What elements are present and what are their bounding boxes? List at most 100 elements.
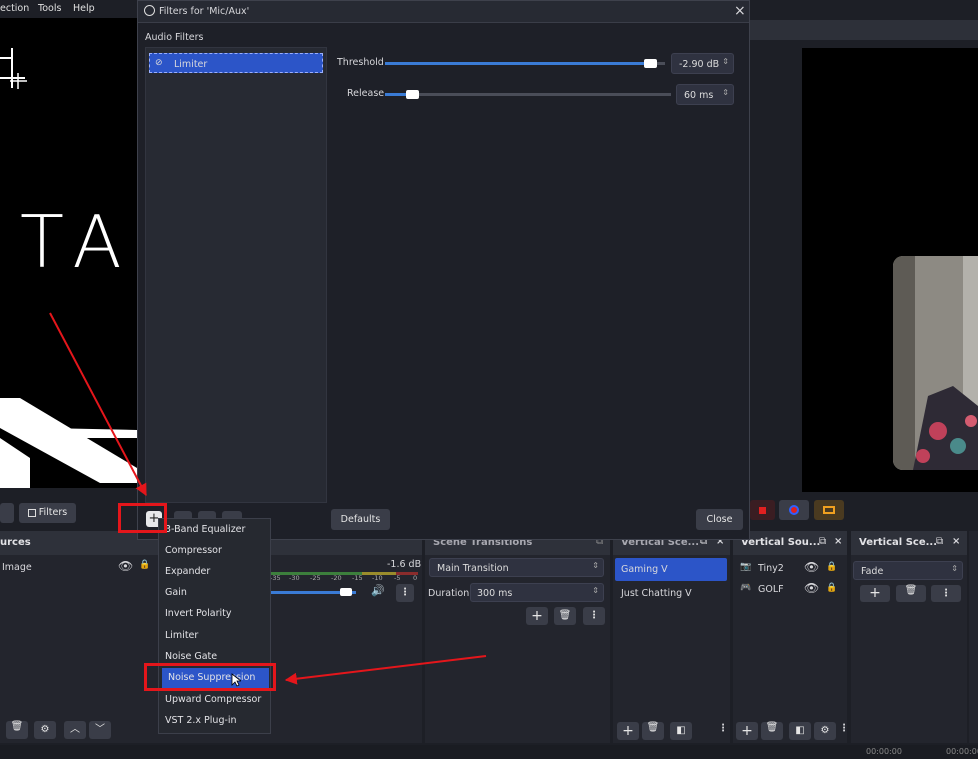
properties-button[interactable] (0, 503, 14, 523)
trash-icon: 🗑 (904, 585, 918, 596)
duration-input[interactable]: 300 ms ⇕ (470, 583, 604, 602)
menu-item-3-band-equalizer[interactable]: 3-Band Equalizer (159, 520, 270, 540)
release-value: 60 ms (684, 90, 714, 101)
vertical-source-row[interactable]: 📷 Tiny2 👁 🔒 (738, 560, 844, 578)
remove-vertical-transition-button[interactable]: 🗑 (896, 585, 926, 602)
eye-icon[interactable]: 👁 (804, 560, 819, 574)
mixer-db-value: -1.6 dB (387, 559, 422, 570)
vertical-source-row[interactable]: 🎮 GOLF 👁 🔒 (738, 581, 844, 599)
filter-item-limiter[interactable]: ⊘ Limiter (149, 53, 323, 73)
undock-icon[interactable]: ⧉ (936, 536, 943, 547)
game-capture-icon: 🎮 (740, 583, 752, 593)
threshold-slider[interactable] (385, 62, 665, 65)
close-icon[interactable]: × (952, 536, 960, 547)
remove-transition-button[interactable]: 🗑 (554, 607, 576, 625)
transition-menu-button[interactable]: ⋮ (583, 607, 605, 625)
chevron-up-icon: ︿ (70, 724, 80, 735)
threshold-slider-fill (385, 62, 651, 65)
eye-icon[interactable]: 👁 (804, 581, 819, 595)
scene-filters-button[interactable]: ◧ (670, 722, 692, 740)
webcam-feed (893, 256, 978, 470)
move-up-button[interactable]: ︿ (64, 721, 86, 739)
filters-icon (27, 508, 36, 517)
spinner-icon: ⇕ (722, 57, 729, 66)
spinner-icon: ⇕ (722, 88, 729, 97)
menu-item-vst-plugin[interactable]: VST 2.x Plug-in (159, 711, 270, 731)
lock-icon[interactable]: 🔒 (826, 583, 837, 593)
camera-icon: 📷 (740, 562, 752, 572)
menu-item-tools[interactable]: Tools (38, 3, 61, 14)
speaker-icon[interactable]: 🔊 (371, 584, 385, 597)
scene-menu-button[interactable]: ⋮ (718, 723, 728, 734)
vertical-transition-select[interactable]: Fade ⇕ (853, 561, 963, 580)
record-button[interactable] (779, 500, 809, 520)
spinner-icon: ⇕ (592, 561, 599, 570)
transition-select[interactable]: Main Transition ⇕ (429, 558, 604, 577)
release-slider-handle[interactable] (405, 90, 419, 99)
close-icon[interactable]: × (734, 3, 746, 19)
gear-icon: ⚙ (40, 724, 50, 735)
source-settings-button[interactable]: ⚙ (34, 721, 56, 739)
release-slider[interactable] (385, 93, 671, 96)
scene-item[interactable]: Just Chatting V (621, 588, 692, 599)
threshold-input[interactable]: -2.90 dB ⇕ (671, 53, 734, 74)
lock-icon[interactable]: 🔒 (826, 562, 837, 572)
menu-item-gain[interactable]: Gain (159, 583, 270, 603)
tick: -30 (289, 574, 300, 582)
remove-scene-button[interactable]: 🗑 (642, 722, 664, 740)
vertical-transitions-title: Vertical Sce... (859, 537, 938, 548)
close-button[interactable]: Close (696, 509, 743, 530)
filter-list (145, 47, 327, 503)
sources-title: urces (0, 537, 31, 548)
eye-icon[interactable]: 👁 (118, 559, 133, 573)
release-input[interactable]: 60 ms ⇕ (676, 84, 734, 105)
add-scene-button[interactable]: + (617, 722, 639, 740)
program-preview: TA (0, 18, 137, 488)
trash-icon: 🗑 (558, 610, 572, 621)
menu-item-upward-compressor[interactable]: Upward Compressor (159, 690, 270, 710)
tick: -25 (310, 574, 321, 582)
filters-label: Filters (38, 507, 68, 518)
source-properties-button[interactable]: ⚙ (814, 722, 836, 740)
tick: -20 (331, 574, 342, 582)
vertical-sources-title: Vertical Sou... (741, 537, 821, 548)
stop-button[interactable] (750, 500, 775, 520)
transition-value: Main Transition (437, 563, 509, 574)
menu-item-invert-polarity[interactable]: Invert Polarity (159, 604, 270, 624)
eye-slash-icon[interactable]: ⊘ (155, 58, 163, 68)
add-transition-button[interactable]: + (526, 607, 548, 625)
menu-item-expander[interactable]: Expander (159, 562, 270, 582)
virtual-camera-button[interactable] (814, 500, 844, 520)
statusbar: 00:00:00 00:00:00 (0, 745, 978, 759)
undock-icon[interactable]: ⧉ (819, 536, 826, 547)
menu-item-help[interactable]: Help (73, 3, 95, 14)
mixer-menu-button[interactable]: ⋮ (396, 584, 414, 602)
add-source-button[interactable]: + (736, 722, 758, 740)
obs-logo-icon (144, 5, 155, 16)
lock-icon[interactable]: 🔒 (139, 560, 150, 570)
threshold-slider-handle[interactable] (644, 59, 657, 68)
move-down-button[interactable]: ﹀ (89, 721, 111, 739)
defaults-button[interactable]: Defaults (331, 509, 390, 530)
transition-value: Fade (861, 566, 884, 577)
preview-text: TA (20, 200, 136, 284)
vertical-sources-header: Vertical Sou... ⧉ × (733, 531, 847, 555)
filters-button[interactable]: Filters (19, 503, 76, 523)
source-row[interactable]: Image 👁 🔒 (0, 558, 156, 578)
tick: -35 (270, 574, 281, 582)
annotation-box-add-button (118, 503, 167, 533)
remove-source-button[interactable]: 🗑 (6, 721, 28, 739)
close-icon[interactable]: × (834, 536, 842, 547)
source-menu-button[interactable]: ⋮ (839, 723, 849, 734)
menu-item-selection[interactable]: ection (0, 3, 29, 14)
source-filters-button[interactable]: ◧ (789, 722, 811, 740)
vertical-transition-menu-button[interactable]: ⋮ (931, 585, 961, 602)
trash-icon: 🗑 (765, 722, 779, 733)
add-vertical-transition-button[interactable]: + (860, 585, 890, 602)
menu-item-compressor[interactable]: Compressor (159, 541, 270, 561)
scene-item-active[interactable]: Gaming V (615, 558, 727, 581)
volume-slider-handle[interactable] (340, 588, 352, 596)
menu-item-limiter[interactable]: Limiter (159, 626, 270, 646)
remove-source-button[interactable]: 🗑 (761, 722, 783, 740)
annotation-box-noise-suppression (144, 663, 276, 691)
